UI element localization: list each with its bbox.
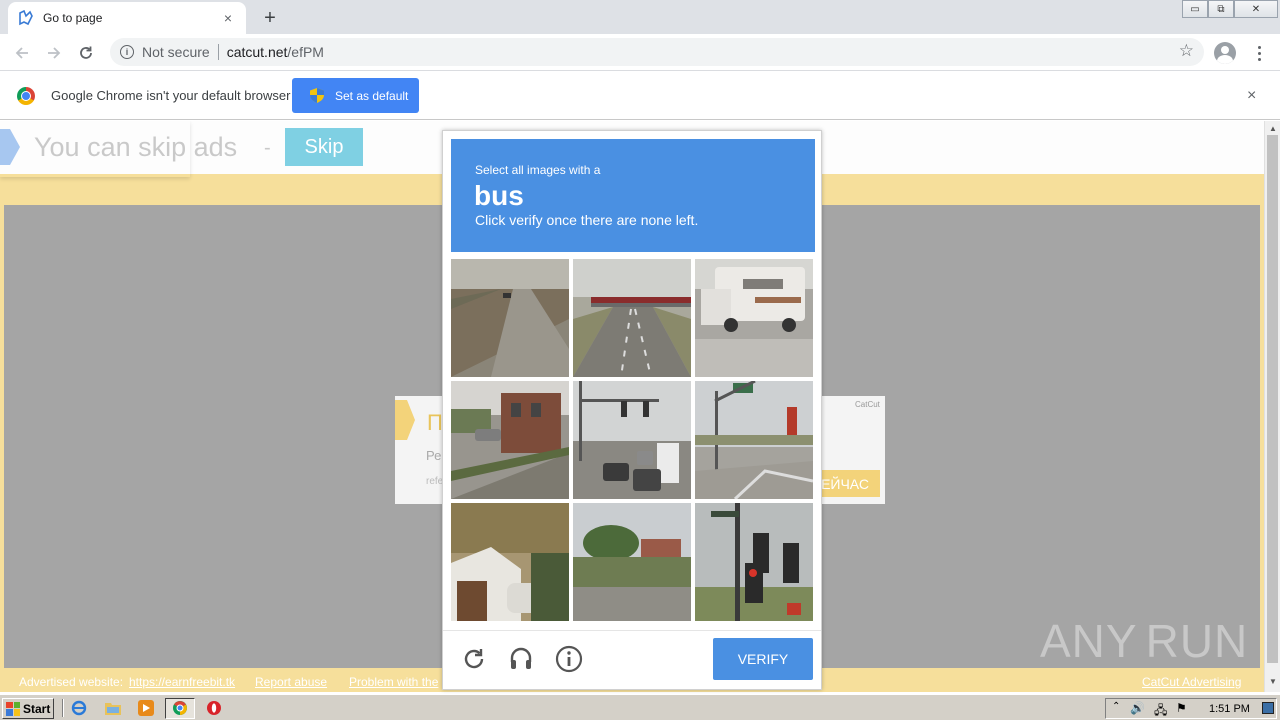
internet-explorer-icon[interactable]	[70, 699, 88, 717]
reload-icon[interactable]	[73, 40, 99, 66]
vertical-scrollbar[interactable]: ▲ ▼	[1264, 121, 1280, 692]
start-label: Start	[23, 701, 51, 716]
verify-button[interactable]: VERIFY	[713, 638, 813, 680]
forward-icon[interactable]	[41, 40, 67, 66]
system-tray: ⌃ 🔊 🖧 ⚑	[1105, 698, 1277, 719]
set-as-default-label: Set as default	[335, 88, 409, 103]
minimize-button[interactable]: ▭	[1182, 0, 1208, 18]
skip-ads-dash: -	[264, 137, 271, 159]
captcha-tile-6[interactable]	[695, 381, 813, 499]
captcha-instructions: Click verify once there are none left.	[475, 212, 699, 228]
tab-strip: Go to page × + ▭ ⧉ ✕	[0, 0, 1280, 34]
ad-subtitle: Ре	[426, 448, 442, 463]
chrome-logo-icon	[17, 87, 35, 105]
watermark-left: ANY	[1040, 615, 1138, 667]
skip-arrow-icon	[0, 129, 20, 165]
footer-problem-link[interactable]: Problem with the	[349, 675, 438, 689]
anyrun-watermark: ANY RUN	[1040, 610, 1247, 672]
taskbar-separator	[62, 699, 64, 717]
tab-close-icon[interactable]: ×	[220, 10, 236, 26]
captcha-tile-5[interactable]	[573, 381, 691, 499]
info-challenge-icon[interactable]	[554, 644, 584, 674]
show-desktop-icon[interactable]	[1262, 702, 1274, 714]
captcha-tile-3[interactable]	[695, 259, 813, 377]
browser-toolbar: i Not secure catcut.net /efPM ☆	[0, 34, 1280, 71]
chrome-menu-icon[interactable]	[1250, 40, 1268, 66]
back-icon[interactable]	[9, 40, 35, 66]
new-tab-button[interactable]: +	[258, 6, 282, 30]
action-center-flag-icon[interactable]: ⚑	[1176, 701, 1187, 715]
catcut-favicon-icon	[18, 10, 34, 26]
scroll-down-icon[interactable]: ▼	[1269, 677, 1277, 686]
captcha-tile-8[interactable]	[573, 503, 691, 621]
captcha-target: bus	[474, 180, 524, 211]
watermark-right: RUN	[1145, 615, 1249, 667]
captcha-tile-2[interactable]	[573, 259, 691, 377]
scroll-up-icon[interactable]: ▲	[1269, 124, 1277, 133]
audio-challenge-icon[interactable]	[506, 644, 536, 674]
browser-tab[interactable]: Go to page ×	[8, 2, 246, 34]
windows-taskbar: Start ⌃ 🔊 🖧 ⚑ 1:51 PM	[0, 694, 1280, 720]
network-icon[interactable]: 🖧	[1154, 701, 1167, 720]
captcha-tile-4[interactable]	[451, 381, 569, 499]
taskbar-clock[interactable]: 1:51 PM	[1209, 703, 1250, 715]
volume-icon[interactable]: 🔊	[1130, 701, 1145, 715]
chrome-taskbar-icon	[171, 699, 189, 717]
ad-ref: refe	[426, 476, 444, 487]
footer-advertised-link[interactable]: https://earnfreebit.tk	[129, 675, 235, 689]
scroll-thumb[interactable]	[1267, 135, 1278, 663]
footer-advertised-label: Advertised website:	[19, 675, 124, 689]
bookmark-star-icon[interactable]: ☆	[1179, 41, 1194, 61]
url-path[interactable]: /efPM	[287, 44, 324, 60]
close-window-button[interactable]: ✕	[1234, 0, 1278, 18]
explorer-folder-icon[interactable]	[104, 699, 122, 717]
captcha-challenge: Select all images with a bus Click verif…	[442, 130, 822, 690]
captcha-header: Select all images with a bus Click verif…	[451, 139, 815, 252]
windows-logo-icon	[6, 701, 20, 716]
profile-avatar-icon[interactable]	[1214, 42, 1236, 64]
reload-challenge-icon[interactable]	[459, 644, 489, 674]
captcha-tile-7[interactable]	[451, 503, 569, 621]
captcha-tile-9[interactable]	[695, 503, 813, 621]
ad-title: П	[427, 410, 443, 435]
footer-catcut-link[interactable]: CatCut Advertising	[1142, 675, 1241, 689]
default-browser-infobar: Google Chrome isn't your default browser…	[0, 71, 1280, 120]
info-icon[interactable]: i	[120, 45, 134, 59]
media-player-icon[interactable]	[137, 699, 155, 717]
captcha-divider	[443, 630, 821, 631]
divider	[217, 44, 219, 60]
uac-shield-icon	[310, 88, 324, 103]
security-status[interactable]: Not secure	[142, 44, 210, 60]
start-button[interactable]: Start	[2, 698, 54, 719]
tray-expand-icon[interactable]: ⌃	[1112, 701, 1120, 712]
captcha-prompt: Select all images with a	[475, 163, 601, 177]
infobar-close-icon[interactable]: ×	[1247, 87, 1256, 105]
skip-ads-text: You can skip ads	[34, 132, 238, 162]
url-domain[interactable]: catcut.net	[227, 44, 288, 60]
captcha-tile-1[interactable]	[451, 259, 569, 377]
infobar-message: Google Chrome isn't your default browser	[51, 88, 291, 103]
skip-button[interactable]: Skip	[285, 128, 363, 166]
footer-report-link[interactable]: Report abuse	[255, 675, 327, 689]
tab-title: Go to page	[43, 11, 103, 25]
restore-button[interactable]: ⧉	[1208, 0, 1234, 18]
set-as-default-button[interactable]: Set as default	[292, 78, 419, 113]
opera-icon[interactable]	[205, 699, 223, 717]
ad-badge: CatCut	[855, 400, 880, 409]
address-bar[interactable]: i Not secure catcut.net /efPM ☆	[110, 38, 1204, 66]
ad-arrow-icon	[395, 400, 415, 440]
